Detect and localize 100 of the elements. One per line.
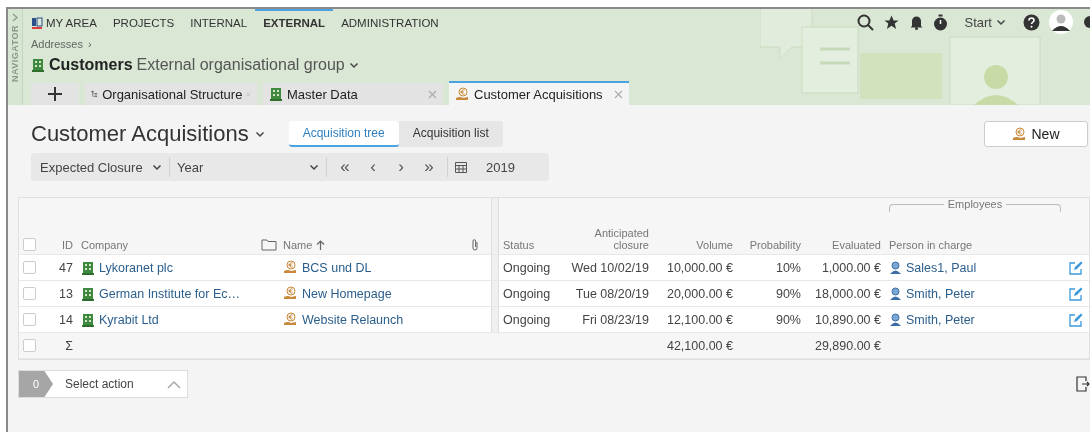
status-cell-text: Ongoing bbox=[502, 285, 552, 303]
document-tab[interactable]: Master Data bbox=[263, 83, 443, 105]
close-icon[interactable] bbox=[614, 89, 623, 99]
bell-icon[interactable] bbox=[908, 14, 924, 30]
table-row[interactable]: 13 German Institute for Ec… New Homepage Ongoing Tue 08/20/19 20,000.00 € 90% 18,000.00 € Smith, Peter bbox=[19, 281, 1089, 307]
column-header[interactable]: Volume bbox=[653, 198, 737, 254]
person-icon bbox=[889, 313, 902, 326]
selection-count: 0 bbox=[19, 371, 53, 397]
checkbox[interactable] bbox=[23, 287, 36, 300]
year-picker[interactable]: 2019 bbox=[452, 157, 518, 177]
period-dropdown[interactable]: Year bbox=[174, 157, 322, 177]
help-icon[interactable] bbox=[1023, 13, 1040, 31]
star-icon[interactable] bbox=[882, 13, 900, 31]
column-header[interactable]: Name bbox=[257, 198, 467, 254]
column-header[interactable]: Status bbox=[499, 198, 557, 254]
evaluated-cell-text: 1,000.00 € bbox=[820, 259, 882, 277]
chevron-up-icon bbox=[167, 379, 181, 389]
acquisition-link[interactable]: BCS und DL bbox=[302, 260, 372, 275]
table-row[interactable]: 14 Kyrabit Ltd Website Relaunch Ongoing Fri 08/23/19 12,100.00 € 90% 10,890.00 € Smith, Peter bbox=[19, 307, 1089, 333]
total-volume: 42,100.00 € bbox=[665, 337, 734, 355]
column-header[interactable]: Person in charge bbox=[889, 239, 1061, 251]
table-row[interactable]: 47 Lykoranet plc BCS und DL Ongoing Wed 10/02/19 10,000.00 € 10% 1,000.00 € Sales1, Paul bbox=[19, 255, 1089, 281]
closure-dropdown[interactable]: Expected Closure bbox=[37, 157, 165, 177]
menu-tab[interactable]: PROJECTS bbox=[104, 9, 183, 35]
chevron-down-icon bbox=[309, 162, 319, 172]
company-link[interactable]: Lykoranet plc bbox=[99, 260, 173, 275]
menu-tab[interactable]: INTERNAL bbox=[182, 9, 256, 35]
closure-date-cell-text: Tue 08/20/19 bbox=[574, 285, 650, 303]
document-tab[interactable]: Organisational Structure bbox=[85, 83, 257, 105]
period-nav-button[interactable]: « bbox=[331, 156, 359, 178]
page-title[interactable]: Customer Acquisitions bbox=[31, 121, 265, 147]
company-link[interactable]: German Institute for Ec… bbox=[99, 286, 241, 301]
building-icon bbox=[269, 87, 283, 101]
column-group-label: Employees bbox=[943, 198, 1007, 211]
menu-tab[interactable]: ADMINISTRATION bbox=[333, 9, 447, 35]
context-subtitle[interactable]: External organisational group bbox=[136, 56, 345, 74]
add-tab-button[interactable] bbox=[31, 83, 79, 105]
period-nav-button[interactable]: › bbox=[387, 156, 415, 178]
acquisition-link[interactable]: New Homepage bbox=[302, 286, 392, 301]
closure-date-cell-text: Wed 10/02/19 bbox=[570, 259, 650, 277]
context-title: Customers bbox=[49, 56, 133, 74]
evaluated-cell-text: 18,000.00 € bbox=[813, 285, 882, 303]
arrow-up-icon bbox=[316, 240, 326, 251]
building-icon bbox=[81, 260, 95, 275]
company-link[interactable]: Kyrabit Ltd bbox=[99, 312, 159, 327]
id-cell-text: 47 bbox=[58, 259, 74, 277]
edit-icon[interactable] bbox=[1069, 260, 1083, 275]
breadcrumb-link[interactable]: Addresses bbox=[31, 38, 83, 50]
new-button[interactable]: New bbox=[984, 121, 1088, 147]
person-link[interactable]: Sales1, Paul bbox=[906, 260, 977, 275]
view-toggle[interactable]: Acquisition tree bbox=[288, 121, 399, 147]
coin-hand-icon bbox=[455, 86, 470, 102]
volume-cell-text: 12,100.00 € bbox=[665, 311, 734, 329]
checkbox[interactable] bbox=[23, 238, 36, 251]
checkbox[interactable] bbox=[23, 313, 36, 326]
column-header[interactable]: Probability bbox=[737, 198, 805, 254]
document-tab[interactable]: Customer Acquisitions bbox=[449, 81, 629, 105]
person-link[interactable]: Smith, Peter bbox=[906, 286, 975, 301]
id-cell-text: 13 bbox=[58, 285, 74, 303]
folder-icon bbox=[261, 238, 279, 251]
breadcrumb-separator: › bbox=[88, 38, 92, 50]
chevron-right-icon bbox=[11, 13, 19, 22]
search-icon[interactable] bbox=[856, 13, 874, 31]
coin-hand-icon bbox=[283, 260, 298, 275]
action-select[interactable]: 0 Select action bbox=[18, 370, 188, 398]
volume-cell-text: 20,000.00 € bbox=[665, 285, 734, 303]
menu-tab[interactable]: EXTERNAL bbox=[255, 9, 334, 35]
column-header[interactable]: Anticipated closure bbox=[557, 198, 653, 254]
column-header[interactable]: Evaluated bbox=[805, 198, 885, 254]
checkbox[interactable] bbox=[23, 339, 36, 352]
avatar-icon[interactable] bbox=[1049, 10, 1073, 34]
edit-icon[interactable] bbox=[1069, 312, 1083, 327]
person-icon bbox=[889, 261, 902, 274]
closure-date-cell-text: Fri 08/23/19 bbox=[581, 311, 650, 329]
edit-icon[interactable] bbox=[1069, 286, 1083, 301]
building-icon bbox=[81, 312, 95, 327]
status-cell-text: Ongoing bbox=[502, 259, 552, 277]
start-dropdown[interactable]: Start bbox=[956, 14, 1014, 30]
period-nav-button[interactable]: ‹ bbox=[359, 156, 387, 178]
acquisition-link[interactable]: Website Relaunch bbox=[302, 312, 404, 327]
navigator-label: NAVIGATOR bbox=[10, 25, 20, 82]
person-link[interactable]: Smith, Peter bbox=[906, 312, 975, 327]
stopwatch-icon[interactable] bbox=[932, 13, 948, 31]
column-header[interactable]: ID bbox=[47, 198, 77, 254]
export-icon[interactable] bbox=[1076, 376, 1090, 392]
checkbox[interactable] bbox=[23, 261, 36, 274]
column-header[interactable]: Company bbox=[77, 198, 257, 254]
coin-hand-icon bbox=[1012, 126, 1028, 142]
building-icon bbox=[31, 58, 45, 72]
close-icon[interactable] bbox=[428, 89, 437, 99]
coin-hand-icon bbox=[283, 312, 298, 327]
sum-symbol: Σ bbox=[64, 337, 74, 355]
view-toggle[interactable]: Acquisition list bbox=[398, 121, 503, 147]
calendar-icon bbox=[455, 161, 467, 173]
probability-cell-text: 90% bbox=[774, 285, 802, 303]
dashboard-icon bbox=[31, 17, 43, 29]
volume-cell-text: 10,000.00 € bbox=[665, 259, 734, 277]
evaluated-cell-text: 10,890.00 € bbox=[813, 311, 882, 329]
period-nav-button[interactable]: » bbox=[415, 156, 443, 178]
menu-tab[interactable]: MY AREA bbox=[31, 9, 105, 35]
